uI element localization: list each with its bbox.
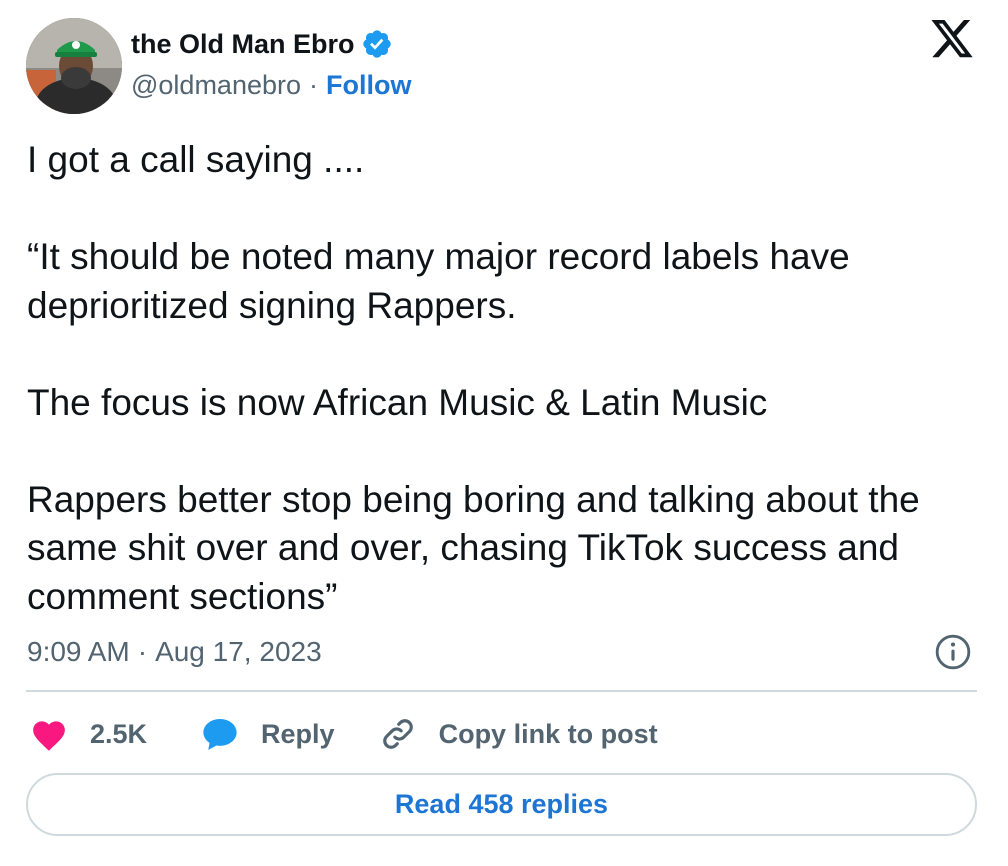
tweet-date[interactable]: Aug 17, 2023 [155, 636, 322, 668]
handle-separator: · [309, 69, 319, 100]
tweet-time[interactable]: 9:09 AM [27, 636, 130, 668]
like-count: 2.5K [90, 718, 148, 749]
paragraph-spacer [27, 427, 967, 476]
divider [26, 690, 977, 692]
follow-link[interactable]: Follow [326, 70, 411, 101]
tweet-paragraph: The focus is now African Music & Latin M… [27, 381, 768, 423]
reply-label: Reply [261, 718, 335, 749]
like-button[interactable]: 2.5K [30, 716, 147, 752]
tweet-paragraph: I got a call saying .... [27, 139, 365, 180]
author-name[interactable]: the Old Man Ebro [131, 29, 355, 60]
timestamp-separator: · [137, 636, 148, 667]
paragraph-spacer [27, 330, 967, 379]
tweet-paragraph: “It should be noted many major record la… [27, 236, 860, 326]
avatar-image [26, 18, 122, 114]
read-replies-button[interactable]: Read 458 replies [26, 773, 977, 836]
author-avatar[interactable] [26, 18, 122, 114]
reply-button[interactable]: Reply [201, 716, 335, 752]
copy-link-button[interactable]: Copy link to post [379, 715, 658, 753]
tweet-timestamp: 9:09 AM · Aug 17, 2023 [27, 630, 322, 674]
heart-icon [33, 721, 65, 751]
tweet-text: I got a call saying .... “It should be n… [27, 136, 967, 621]
copy-link-label: Copy link to post [438, 718, 658, 749]
reply-bubble-icon [203, 718, 237, 750]
paragraph-spacer [27, 185, 967, 234]
author-handle-row: @oldmanebro · Follow [131, 66, 412, 104]
tweet-paragraph: Rappers better stop being boring and tal… [27, 478, 931, 617]
x-logo-icon[interactable] [928, 20, 976, 62]
author-name-row: the Old Man Ebro [131, 24, 393, 64]
tweet-embed-card: the Old Man Ebro @oldmanebro · Follow I … [0, 0, 1008, 866]
author-handle[interactable]: @oldmanebro [131, 70, 301, 101]
read-replies-label: Read 458 replies [394, 789, 609, 819]
verified-badge-icon [362, 30, 391, 58]
link-icon [382, 719, 413, 749]
action-bar: 2.5K Reply Copy link to post [30, 710, 658, 758]
info-icon[interactable] [934, 633, 972, 671]
